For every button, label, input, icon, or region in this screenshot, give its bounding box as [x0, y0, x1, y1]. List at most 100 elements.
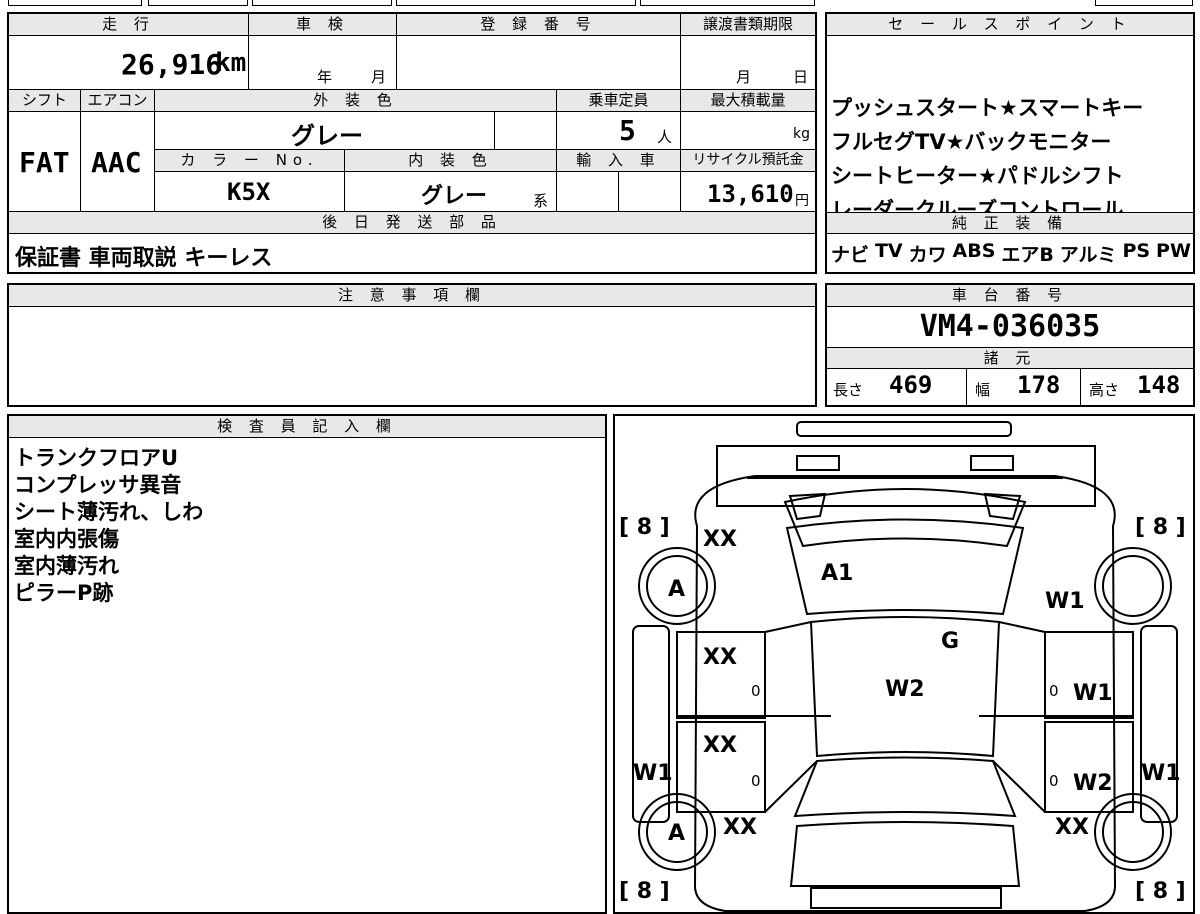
- tire-depth-rear-right: [ 8 ]: [1135, 879, 1186, 904]
- mark-rear-left-door-zero: 0: [751, 772, 761, 790]
- trunk-outline: [789, 821, 1021, 887]
- notes-box: 注 意 事 項 欄: [7, 283, 817, 407]
- right-step-outline: [1140, 625, 1178, 823]
- mileage-label: 走 行: [9, 14, 249, 36]
- exterior-color-extra-cell: [495, 112, 557, 150]
- width-label: 幅: [975, 381, 991, 399]
- top-strip-cell: [148, 0, 248, 6]
- transfer-deadline-label: 譲渡書類期限: [681, 14, 815, 36]
- sales-point-line: シートヒーター★パドルシフト: [831, 164, 1124, 188]
- mark-front-right-door: W1: [1073, 681, 1113, 706]
- dims-label: 諸 元: [827, 347, 1193, 369]
- sales-point-line: フルセグTV★バックモニター: [831, 130, 1112, 154]
- mileage-cell: 26,916 km: [9, 36, 249, 90]
- top-strip-cell: [252, 0, 392, 6]
- shift-cell: FAT: [9, 112, 81, 212]
- mark-front-left-door-zero: 0: [751, 682, 761, 700]
- sales-point-line: プッシュスタート★スマートキー: [831, 96, 1144, 120]
- length-label: 長さ: [833, 381, 864, 399]
- equipment-item: エアB: [1001, 244, 1054, 266]
- sales-points-label: セ ー ル ス ポ イ ン ト: [827, 14, 1193, 36]
- mileage-value: 26,916: [121, 48, 223, 81]
- inspection-month-unit: 月: [371, 68, 387, 86]
- inspector-line: 室内内張傷: [14, 527, 119, 551]
- top-strip: [0, 0, 1200, 8]
- later-parts-value: 保証書 車両取説 キーレス: [15, 246, 273, 271]
- import-cell-1: [557, 172, 619, 212]
- left-a-pillar: [764, 621, 812, 633]
- equipment-item: アルミ: [1059, 244, 1117, 266]
- interior-color-value: グレー: [421, 184, 488, 209]
- spec-table: 走 行 車 検 登 録 番 号 譲渡書類期限 26,916 km 年 月 月 日…: [7, 12, 817, 274]
- mark-front-left-fender: XX: [703, 527, 737, 552]
- front-bumper-outline: [796, 421, 1012, 437]
- rear-window-outline: [793, 756, 1017, 818]
- car-diagram: [ 8 ] [ 8 ] [ 8 ] [ 8 ] XX A A1 W1 G XX …: [619, 421, 1186, 912]
- registration-label: 登 録 番 号: [397, 14, 681, 36]
- mark-front-right-fender: W1: [1045, 589, 1085, 614]
- shift-value: FAT: [19, 146, 70, 179]
- height-cell: 高さ 148: [1081, 369, 1193, 405]
- mark-windshield: G: [941, 629, 959, 654]
- recycle-cell: 13,610 円: [681, 172, 815, 212]
- right-a-pillar: [998, 621, 1046, 633]
- inspector-line: ピラーP跡: [14, 581, 114, 605]
- recycle-unit: 円: [795, 193, 809, 209]
- capacity-label: 乗車定員: [557, 90, 681, 112]
- mark-rear-left-wheel: A: [668, 821, 685, 846]
- mark-front-left-wheel: A: [668, 577, 685, 602]
- exterior-color-value: グレー: [291, 122, 363, 150]
- rear-bumper-outline: [810, 887, 1002, 909]
- right-c-pillar: [992, 760, 1046, 813]
- recycle-value: 13,610: [707, 180, 794, 208]
- genuine-equipment-list: ナビ TV カワ ABS エアB アルミ PS PW: [831, 240, 1191, 270]
- inspector-line: コンプレッサ異音: [14, 473, 182, 497]
- max-load-cell: kg: [681, 112, 815, 150]
- top-strip-cell: [8, 0, 142, 6]
- mileage-unit: km: [215, 48, 247, 78]
- later-parts-cell: 保証書 車両取説 キーレス: [9, 234, 815, 272]
- inspector-label: 検 査 員 記 入 欄: [9, 416, 605, 438]
- tire-depth-front-right: [ 8 ]: [1135, 515, 1186, 540]
- notes-label: 注 意 事 項 欄: [9, 285, 815, 307]
- inspection-cell: 年 月: [249, 36, 397, 90]
- later-parts-label: 後 日 発 送 部 品: [9, 212, 815, 234]
- registration-cell: [397, 36, 681, 90]
- equipment-item: PS: [1122, 240, 1151, 262]
- equipment-item: ナビ: [831, 244, 870, 266]
- equipment-item: ABS: [952, 240, 996, 262]
- inspection-label: 車 検: [249, 14, 397, 36]
- mark-roof: W2: [885, 677, 925, 702]
- capacity-value: 5: [619, 114, 636, 147]
- mark-rear-right-door-zero: 0: [1049, 772, 1059, 790]
- width-cell: 幅 178: [967, 369, 1081, 405]
- genuine-equipment-label: 純 正 装 備: [827, 212, 1193, 234]
- mark-rear-right-quarter: XX: [1055, 815, 1089, 840]
- inspector-line: トランクフロアU: [14, 446, 179, 470]
- mark-rear-left-quarter: XX: [723, 815, 757, 840]
- recycle-label: リサイクル預託金: [681, 150, 815, 172]
- rear-right-door-outline: [1044, 721, 1134, 813]
- front-right-wheel-inner: [1102, 555, 1164, 617]
- front-right-light: [970, 455, 1014, 471]
- inspector-line: シート薄汚れ、しわ: [14, 500, 204, 524]
- top-strip-cell: [396, 0, 636, 6]
- transfer-day-unit: 日: [793, 68, 809, 86]
- exterior-color-cell: グレー: [155, 112, 495, 150]
- shift-label: シフト: [9, 90, 81, 112]
- chassis-value: VM4-036035: [919, 309, 1101, 344]
- equipment-item: カワ: [908, 244, 947, 266]
- chassis-label: 車 台 番 号: [827, 285, 1193, 307]
- front-left-light: [796, 455, 840, 471]
- mark-right-step: W1: [1141, 761, 1181, 786]
- tire-depth-front-left: [ 8 ]: [619, 515, 670, 540]
- sales-points-box: セ ー ル ス ポ イ ン ト プッシュスタート★スマートキー フルセグTV★バ…: [825, 12, 1195, 274]
- mark-front-right-door-zero: 0: [1049, 682, 1059, 700]
- color-no-cell: K5X: [155, 172, 345, 212]
- car-diagram-box: [ 8 ] [ 8 ] [ 8 ] [ 8 ] XX A A1 W1 G XX …: [613, 414, 1195, 914]
- height-value: 148: [1137, 371, 1181, 399]
- interior-color-cell: グレー 系: [345, 172, 557, 212]
- color-no-label: カ ラ ー No.: [155, 150, 345, 172]
- mark-left-step: W1: [633, 761, 673, 786]
- front-right-wheel-outer: [1094, 547, 1172, 625]
